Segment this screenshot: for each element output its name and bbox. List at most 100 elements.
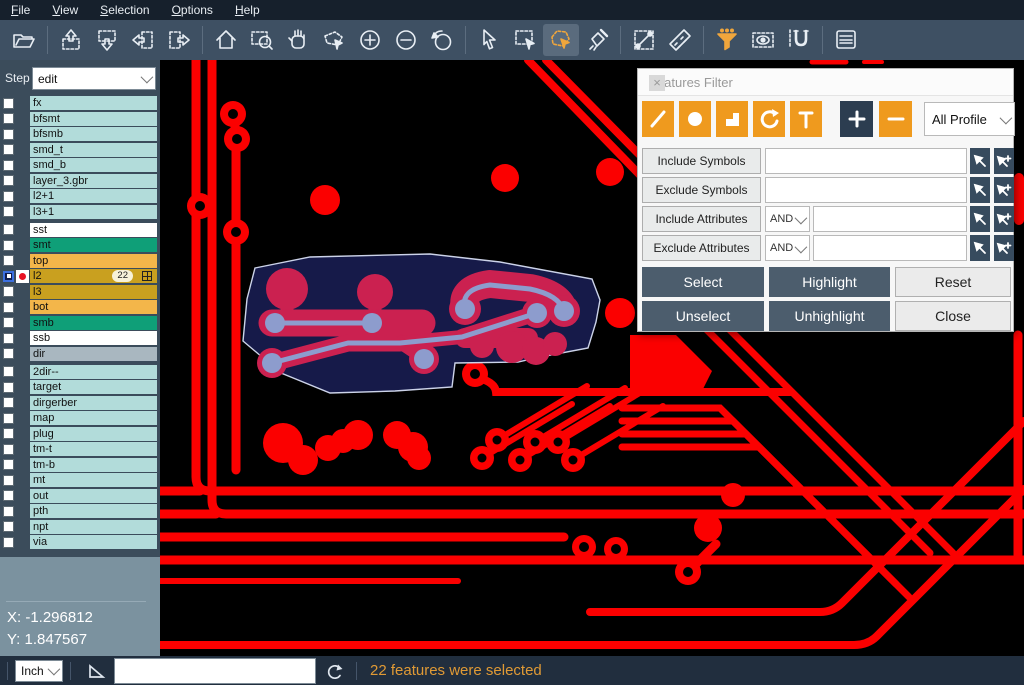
layer-name[interactable]: ssb xyxy=(30,331,157,345)
layer-name[interactable]: l222 xyxy=(30,269,157,283)
layer-name[interactable]: out xyxy=(30,489,157,503)
layer-name[interactable]: fx xyxy=(30,96,157,110)
filter-arcs-button[interactable] xyxy=(753,101,785,137)
snap-magnet-icon[interactable] xyxy=(781,24,817,56)
menu-help[interactable]: Help xyxy=(224,1,271,19)
layer-visibility-checkbox[interactable] xyxy=(3,537,14,548)
layer-row-l3+1[interactable]: l3+1 xyxy=(0,205,160,219)
layer-name[interactable]: 2dir-- xyxy=(30,365,157,379)
layer-row-pth[interactable]: pth xyxy=(0,504,160,518)
filter-pads-button[interactable] xyxy=(679,101,711,137)
close-button[interactable]: Close xyxy=(895,301,1011,331)
reset-button[interactable]: Reset xyxy=(895,267,1011,297)
layer-name[interactable]: target xyxy=(30,380,157,394)
pan-dynamic-icon[interactable] xyxy=(316,24,352,56)
unselect-button[interactable]: Unselect xyxy=(642,301,764,331)
layer-row-target[interactable]: target xyxy=(0,380,160,394)
include-symbols-button[interactable]: Include Symbols xyxy=(642,148,761,174)
layer-visibility-checkbox[interactable] xyxy=(3,224,14,235)
menu-options[interactable]: Options xyxy=(161,1,224,19)
layer-name[interactable]: dirgerber xyxy=(30,396,157,410)
include-attributes-input[interactable] xyxy=(813,206,967,232)
layer-name[interactable]: tm-t xyxy=(30,442,157,456)
layer-visibility-checkbox[interactable] xyxy=(3,317,14,328)
layer-name[interactable]: mt xyxy=(30,473,157,487)
pan-hand-icon[interactable] xyxy=(280,24,316,56)
layer-row-tm-t[interactable]: tm-t xyxy=(0,442,160,456)
filter-add-button[interactable] xyxy=(840,101,873,137)
exclude-symbols-button[interactable]: Exclude Symbols xyxy=(642,177,761,203)
layer-row-mt[interactable]: mt xyxy=(0,473,160,487)
layer-name[interactable]: smb xyxy=(30,316,157,330)
layer-name[interactable]: via xyxy=(30,535,157,549)
view-options-icon[interactable] xyxy=(745,24,781,56)
menu-file[interactable]: File xyxy=(0,1,41,19)
layer-name[interactable]: dir xyxy=(30,347,157,361)
layer-visibility-checkbox[interactable] xyxy=(3,506,14,517)
layer-visibility-checkbox[interactable] xyxy=(3,191,14,202)
exclude-attributes-input[interactable] xyxy=(813,235,967,261)
layer-row-smd_t[interactable]: smd_t xyxy=(0,143,160,157)
layer-name[interactable]: plug xyxy=(30,427,157,441)
layer-visibility-checkbox[interactable] xyxy=(3,144,14,155)
units-select[interactable]: Inch xyxy=(15,660,63,682)
layer-row-tm-b[interactable]: tm-b xyxy=(0,458,160,472)
filter-lines-button[interactable] xyxy=(642,101,674,137)
scroll-down-icon[interactable] xyxy=(89,24,125,56)
layer-row-via[interactable]: via xyxy=(0,535,160,549)
layer-row-2dir--[interactable]: 2dir-- xyxy=(0,365,160,379)
layer-visibility-checkbox[interactable] xyxy=(3,206,14,217)
layer-name[interactable]: bfsmt xyxy=(30,112,157,126)
layer-row-sst[interactable]: sst xyxy=(0,223,160,237)
pick-add-symbol-icon[interactable] xyxy=(994,148,1014,174)
filter-surfaces-button[interactable] xyxy=(716,101,748,137)
unhighlight-button[interactable]: Unhighlight xyxy=(769,301,890,331)
scroll-up-icon[interactable] xyxy=(53,24,89,56)
layer-row-smb[interactable]: smb xyxy=(0,316,160,330)
layer-visibility-checkbox[interactable] xyxy=(3,255,14,266)
layer-visibility-checkbox[interactable] xyxy=(3,333,14,344)
layer-row-npt[interactable]: npt xyxy=(0,520,160,534)
measure-points-icon[interactable] xyxy=(626,24,662,56)
layer-name[interactable]: map xyxy=(30,411,157,425)
dialog-titlebar[interactable]: Features Filter × xyxy=(638,69,1013,96)
layer-row-layer_3.gbr[interactable]: layer_3.gbr xyxy=(0,174,160,188)
layer-name[interactable]: l3 xyxy=(30,285,157,299)
layer-row-plug[interactable]: plug xyxy=(0,427,160,441)
layer-name[interactable]: sst xyxy=(30,223,157,237)
pick-add-symbol-icon[interactable] xyxy=(994,177,1014,203)
layer-visibility-checkbox[interactable] xyxy=(3,286,14,297)
layer-row-smt[interactable]: smt xyxy=(0,238,160,252)
layer-visibility-checkbox[interactable] xyxy=(3,98,14,109)
layer-visibility-checkbox[interactable] xyxy=(3,459,14,470)
close-icon[interactable]: × xyxy=(649,75,665,91)
layer-name[interactable]: layer_3.gbr xyxy=(30,174,157,188)
layer-visibility-checkbox[interactable] xyxy=(3,413,14,424)
layer-visibility-checkbox[interactable] xyxy=(3,348,14,359)
filter-remove-button[interactable] xyxy=(879,101,912,137)
zoom-window-icon[interactable] xyxy=(244,24,280,56)
layer-row-l2[interactable]: l222 xyxy=(0,269,160,283)
angle-corner-icon[interactable] xyxy=(86,661,106,681)
layer-visibility-checkbox[interactable] xyxy=(3,240,14,251)
pick-attribute-icon[interactable] xyxy=(970,235,990,261)
layer-visibility-checkbox[interactable] xyxy=(3,302,14,313)
features-filter-icon[interactable] xyxy=(709,24,745,56)
layer-visibility-checkbox[interactable] xyxy=(3,113,14,124)
clear-selection-brush-icon[interactable] xyxy=(579,24,615,56)
open-file-icon[interactable] xyxy=(6,24,42,56)
select-button[interactable]: Select xyxy=(642,267,764,297)
layers-panel-icon[interactable] xyxy=(828,24,864,56)
pick-symbol-icon[interactable] xyxy=(970,177,990,203)
exclude-attributes-button[interactable]: Exclude Attributes xyxy=(642,235,761,261)
layer-row-map[interactable]: map xyxy=(0,411,160,425)
ruler-icon[interactable] xyxy=(662,24,698,56)
layer-name[interactable]: smd_b xyxy=(30,158,157,172)
layer-name[interactable]: pth xyxy=(30,504,157,518)
layer-name[interactable]: tm-b xyxy=(30,458,157,472)
menu-selection[interactable]: Selection xyxy=(89,1,160,19)
include-attributes-button[interactable]: Include Attributes xyxy=(642,206,761,232)
select-polygon-icon[interactable] xyxy=(543,24,579,56)
filter-text-button[interactable] xyxy=(790,101,822,137)
highlight-button[interactable]: Highlight xyxy=(769,267,890,297)
